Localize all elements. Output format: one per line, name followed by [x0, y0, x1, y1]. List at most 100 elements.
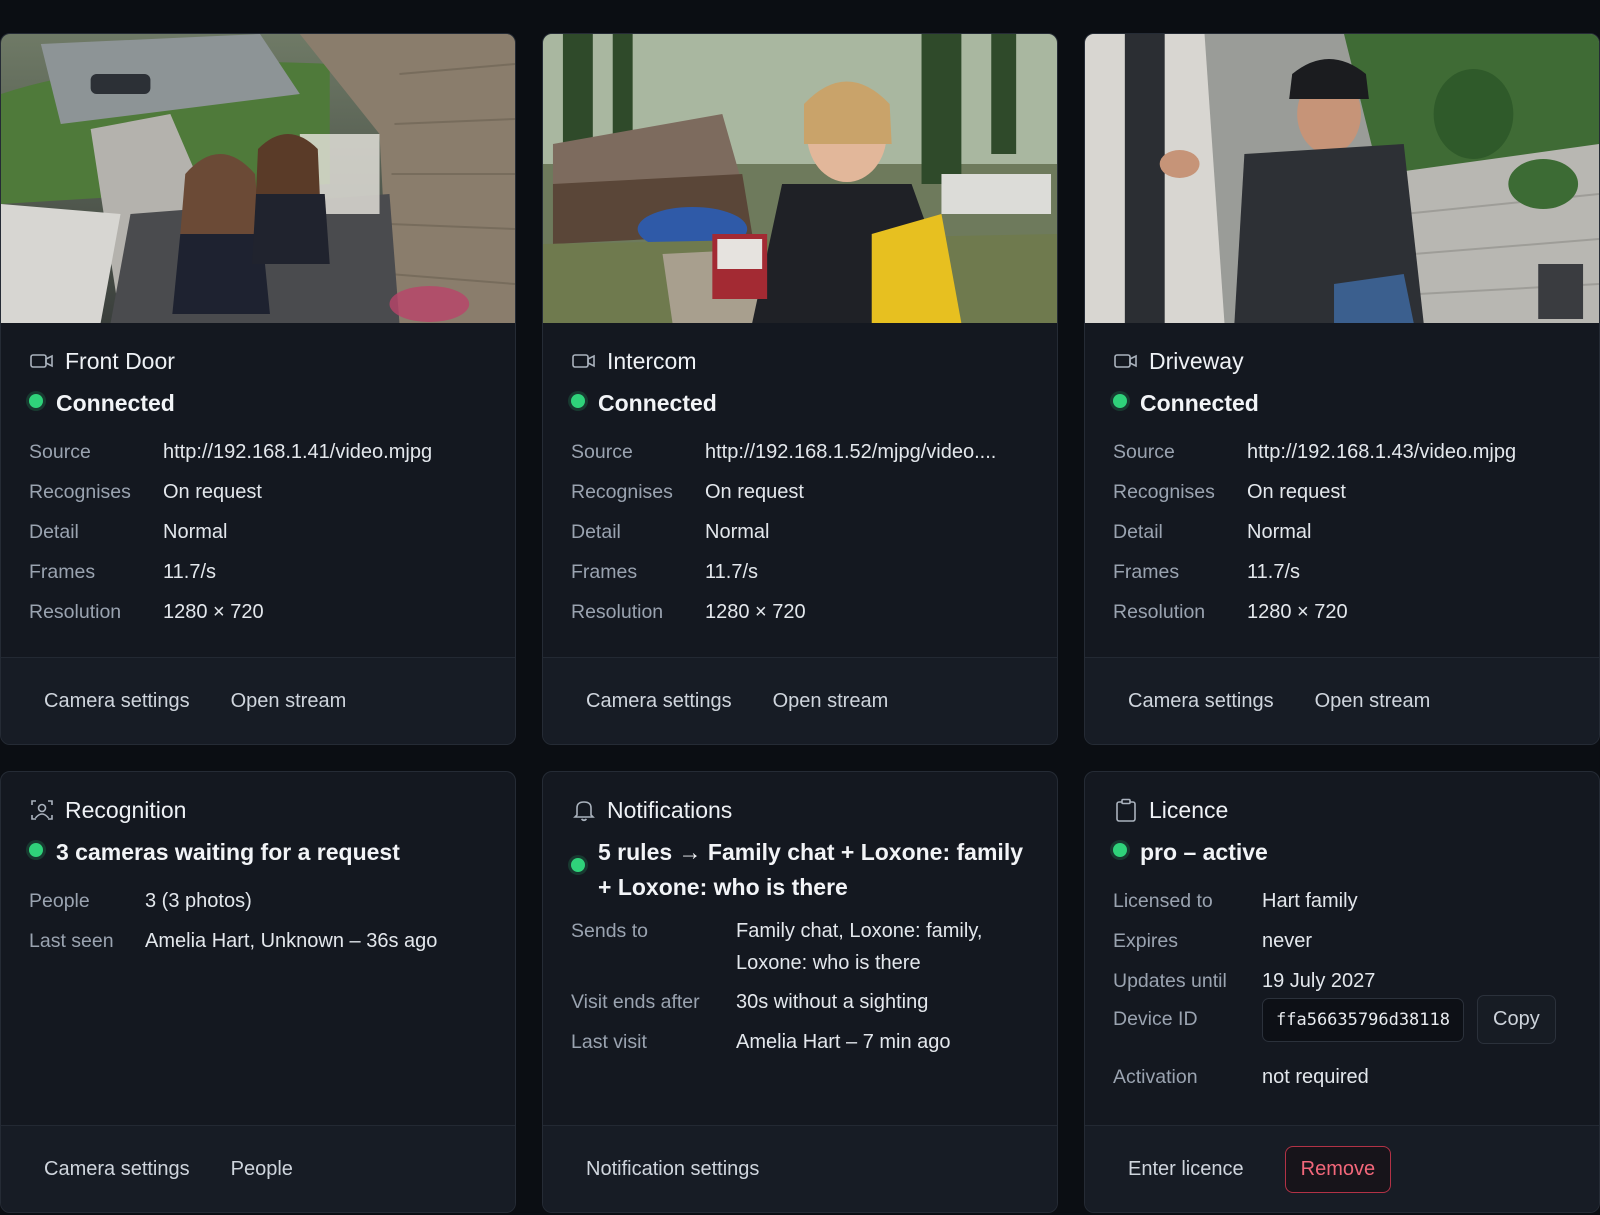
camera-settings-button[interactable]: Camera settings	[1101, 682, 1301, 721]
camera-details: Front Door Connected Source http://192.16…	[1, 323, 515, 657]
device-id-value[interactable]: ffa56635796d38118	[1262, 997, 1464, 1042]
card-footer: Camera settings Open stream	[1085, 657, 1599, 744]
camera-title: Intercom	[607, 347, 697, 374]
field-value: Amelia Hart, Unknown – 36s ago	[145, 930, 438, 952]
camera-fields: Source http://192.168.1.43/video.mjpg Rec…	[1113, 439, 1571, 639]
field-value: http://192.168.1.41/video.mjpg	[163, 441, 433, 463]
card-footer: Enter licence Remove	[1085, 1125, 1599, 1212]
camera-settings-button[interactable]: Camera settings	[17, 1150, 217, 1189]
licensed-to-value: Hart family	[1262, 890, 1358, 912]
open-stream-button[interactable]: Open stream	[204, 682, 374, 721]
card-footer: Camera settings People	[1, 1125, 515, 1212]
notifications-card: Notifications 5 rules → Family chat + Lo…	[542, 771, 1058, 1213]
status-dot	[29, 394, 43, 408]
field-label: Detail	[29, 521, 79, 543]
open-stream-button[interactable]: Open stream	[1288, 682, 1458, 721]
camera-settings-button[interactable]: Camera settings	[559, 682, 759, 721]
camera-card-front-door: Front Door Connected Source http://192.16…	[0, 33, 516, 745]
field-value: Amelia Hart – 7 min ago	[736, 1031, 951, 1053]
clipboard-icon	[1113, 797, 1139, 823]
updates-until-label: Updates until	[1113, 970, 1227, 992]
field-value: 11.7/s	[705, 561, 758, 583]
status-dot	[29, 843, 43, 857]
camera-fields: Source http://192.168.1.41/video.mjpg Rec…	[29, 439, 487, 639]
camera-preview-front-door[interactable]	[1, 34, 515, 323]
video-camera-icon	[1113, 348, 1139, 374]
camera-preview-intercom[interactable]	[543, 34, 1057, 323]
face-recognition-icon	[29, 797, 55, 823]
recognition-status: 3 cameras waiting for a request	[56, 839, 400, 865]
field-value: 1280 × 720	[705, 601, 806, 623]
enter-licence-button[interactable]: Enter licence	[1101, 1150, 1271, 1189]
licence-details: Licence pro – active Licensed to Hart fam…	[1085, 772, 1599, 1125]
field-label: Sends to	[571, 920, 648, 942]
camera-title: Front Door	[65, 347, 175, 374]
field-label: Resolution	[571, 601, 664, 623]
recognition-details: Recognition 3 cameras waiting for a requ…	[1, 772, 515, 1125]
licensed-to-label: Licensed to	[1113, 890, 1213, 912]
field-value: On request	[163, 481, 262, 503]
dashboard-grid: Front Door Connected Source http://192.16…	[0, 33, 1600, 1213]
field-label: Frames	[1113, 561, 1180, 583]
camera-details: Driveway Connected Source http://192.168.…	[1085, 323, 1599, 657]
field-label: Frames	[29, 561, 96, 583]
video-camera-icon	[571, 348, 597, 374]
licence-status: pro – active	[1140, 839, 1268, 865]
field-value: Family chat, Loxone: family, Loxone: who…	[736, 920, 983, 974]
licence-fields: Licensed to Hart family Expires never Upda…	[1113, 888, 1571, 1104]
recognition-title: Recognition	[65, 796, 187, 823]
notification-settings-button[interactable]: Notification settings	[559, 1150, 786, 1189]
licence-title: Licence	[1149, 796, 1229, 823]
card-footer: Camera settings Open stream	[543, 657, 1057, 744]
notifications-details: Notifications 5 rules → Family chat + Lo…	[543, 772, 1057, 1125]
field-value: Normal	[1247, 521, 1312, 543]
people-button[interactable]: People	[204, 1150, 320, 1189]
field-label: People	[29, 890, 90, 912]
field-value: 30s without a sighting	[736, 991, 929, 1013]
field-value: 11.7/s	[163, 561, 216, 583]
licence-card: Licence pro – active Licensed to Hart fam…	[1084, 771, 1600, 1213]
field-label: Visit ends after	[571, 991, 700, 1013]
camera-details: Intercom Connected Source http://192.168.…	[543, 323, 1057, 657]
field-value: On request	[705, 481, 804, 503]
field-label: Source	[29, 441, 91, 463]
camera-status: Connected	[598, 390, 717, 416]
status-dot	[1113, 394, 1127, 408]
device-id-label: Device ID	[1113, 1008, 1198, 1030]
camera-title: Driveway	[1149, 347, 1244, 374]
updates-until-value: 19 July 2027	[1262, 970, 1376, 992]
recognition-fields: People 3 (3 photos) Last seen Amelia Hart,…	[29, 888, 487, 968]
notifications-status: 5 rules → Family chat + Loxone: family +…	[598, 839, 1023, 900]
camera-preview-driveway[interactable]	[1085, 34, 1599, 323]
bell-icon	[571, 797, 597, 823]
field-label: Frames	[571, 561, 638, 583]
field-value: Normal	[163, 521, 228, 543]
status-dot	[571, 858, 585, 872]
card-footer: Camera settings Open stream	[1, 657, 515, 744]
camera-settings-button[interactable]: Camera settings	[17, 682, 217, 721]
field-label: Recognises	[29, 481, 131, 503]
expires-value: never	[1262, 930, 1313, 952]
card-footer: Notification settings	[543, 1125, 1057, 1212]
field-value: 1280 × 720	[1247, 601, 1348, 623]
field-value: On request	[1247, 481, 1346, 503]
camera-status: Connected	[56, 390, 175, 416]
status-dot	[571, 394, 585, 408]
field-value: 1280 × 720	[163, 601, 264, 623]
camera-fields: Source http://192.168.1.52/mjpg/video....…	[571, 439, 1029, 639]
remove-licence-button[interactable]: Remove	[1284, 1145, 1392, 1193]
field-value: http://192.168.1.43/video.mjpg	[1247, 441, 1517, 463]
field-value: Normal	[705, 521, 770, 543]
camera-status: Connected	[1140, 390, 1259, 416]
field-label: Recognises	[571, 481, 673, 503]
field-label: Detail	[571, 521, 621, 543]
field-label: Last seen	[29, 930, 114, 952]
copy-button[interactable]: Copy	[1477, 995, 1556, 1044]
video-camera-icon	[29, 348, 55, 374]
notifications-title: Notifications	[607, 796, 733, 823]
activation-label: Activation	[1113, 1066, 1198, 1088]
notifications-fields: Sends to Family chat, Loxone: family, Lox…	[571, 918, 1029, 1069]
open-stream-button[interactable]: Open stream	[746, 682, 916, 721]
camera-card-intercom: Intercom Connected Source http://192.168.…	[542, 33, 1058, 745]
field-label: Source	[1113, 441, 1175, 463]
